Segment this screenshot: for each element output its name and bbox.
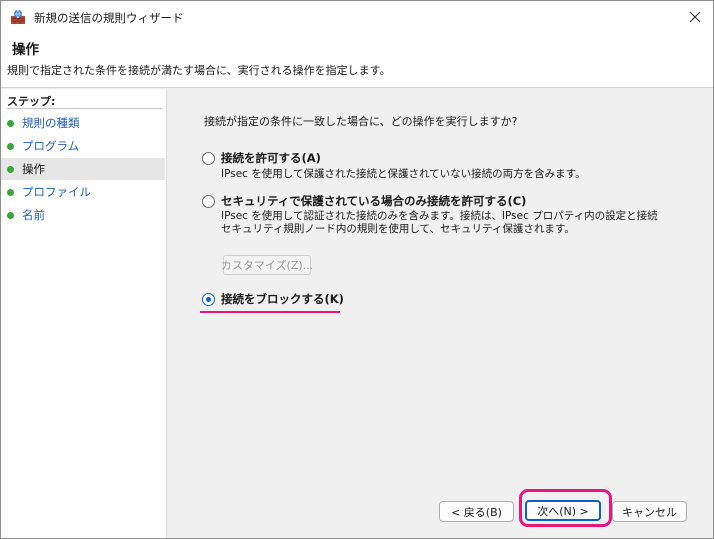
back-button[interactable]: < 戻る(B) (439, 501, 514, 522)
allow-connection-description: IPsec を使用して保護された接続と保護されていない接続の両方を含みます。 (221, 168, 586, 181)
sidebar-item-label: プロファイル (22, 185, 91, 199)
sidebar-item-action[interactable]: 操作 (1, 158, 165, 180)
block-connection-radio[interactable] (202, 292, 215, 306)
title-bar: 新規の送信の規則ウィザード (1, 1, 713, 33)
page-title: 操作 (12, 42, 39, 58)
step-complete-dot-icon (7, 119, 14, 127)
page-description: 規則で指定された条件を接続が満たす場合に、実行される操作を指定します。 (7, 64, 391, 77)
firewall-app-icon (10, 9, 26, 25)
wizard-header: 操作 規則で指定された条件を接続が満たす場合に、実行される操作を指定します。 (1, 33, 713, 88)
sidebar-item-rule-type[interactable]: 規則の種類 (1, 112, 165, 134)
highlight-underline (200, 311, 340, 313)
next-button[interactable]: 次へ(N) > (525, 500, 601, 521)
sidebar-item-label: 名前 (22, 208, 45, 222)
sidebar-item-label: プログラム (22, 139, 80, 153)
wizard-window: 新規の送信の規則ウィザード 操作 規則で指定された条件を接続が満たす場合に、実行… (0, 0, 714, 539)
step-complete-dot-icon (7, 142, 14, 150)
block-connection-option[interactable]: 接続をブロックする(K) (202, 291, 344, 307)
step-dot-icon (7, 211, 14, 219)
action-question: 接続が指定の条件に一致した場合に、どの操作を実行しますか? (204, 115, 518, 128)
allow-connection-option[interactable]: 接続を許可する(A) (202, 150, 321, 166)
allow-connection-radio[interactable] (202, 151, 215, 165)
window-title: 新規の送信の規則ウィザード (34, 11, 184, 25)
sidebar-item-label: 操作 (22, 162, 45, 176)
sidebar-item-label: 規則の種類 (22, 116, 80, 130)
close-button[interactable] (685, 7, 705, 27)
sidebar-item-name[interactable]: 名前 (1, 204, 165, 226)
allow-secure-connection-label[interactable]: セキュリティで保護されている場合のみ接続を許可する(C) (221, 193, 526, 209)
sidebar-item-program[interactable]: プログラム (1, 135, 165, 157)
cancel-button[interactable]: キャンセル (612, 501, 687, 522)
steps-sidebar: ステップ: 規則の種類 プログラム 操作 プロファイル 名前 (1, 89, 167, 538)
allow-secure-connection-option[interactable]: セキュリティで保護されている場合のみ接続を許可する(C) (202, 193, 526, 209)
close-icon (689, 11, 701, 23)
description-line: IPsec を使用して保護された接続と保護されていない接続の両方を含みます。 (221, 168, 586, 180)
description-line: セキュリティ規則ノード内の規則を使用して、セキュリティ保護されます。 (221, 223, 575, 235)
steps-label: ステップ: (7, 95, 56, 108)
block-connection-label[interactable]: 接続をブロックする(K) (221, 291, 344, 307)
allow-secure-connection-radio[interactable] (202, 194, 215, 208)
allow-connection-label[interactable]: 接続を許可する(A) (221, 150, 321, 166)
sidebar-item-profile[interactable]: プロファイル (1, 181, 165, 203)
step-current-dot-icon (7, 165, 14, 173)
customize-button[interactable]: カスタマイズ(Z)... (221, 255, 313, 275)
description-line: IPsec を使用して認証された接続のみを含みます。接続は、IPsec プロパテ… (221, 210, 658, 222)
allow-secure-connection-description: IPsec を使用して認証された接続のみを含みます。接続は、IPsec プロパテ… (221, 210, 658, 236)
steps-divider (7, 108, 162, 109)
step-dot-icon (7, 188, 14, 196)
wizard-content: 接続が指定の条件に一致した場合に、どの操作を実行しますか? 接続を許可する(A)… (168, 89, 713, 538)
